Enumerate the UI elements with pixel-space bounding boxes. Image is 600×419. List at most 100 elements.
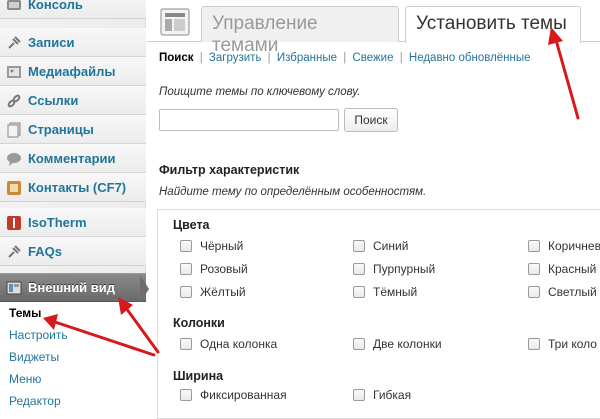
sidebar-item-label: Ссылки	[28, 93, 79, 108]
checkbox-box[interactable]	[180, 338, 192, 350]
checkbox-three-columns[interactable]: Три коло	[528, 337, 597, 351]
checkbox-red[interactable]: Красный	[528, 262, 596, 276]
sidebar-item-links[interactable]: Ссылки	[0, 86, 146, 115]
appearance-submenu: Темы Настроить Виджеты Меню Редактор	[0, 302, 146, 415]
filter-title: Фильтр характеристик	[159, 163, 300, 177]
themes-screen-icon	[160, 8, 190, 36]
checkbox-label: Гибкая	[373, 388, 412, 402]
submenu-item-editor[interactable]: Редактор	[9, 394, 61, 408]
group-title-width: Ширина	[173, 369, 224, 383]
checkbox-label: Три коло	[548, 337, 597, 351]
sidebar-item-appearance[interactable]: Внешний вид	[0, 273, 146, 302]
checkbox-box[interactable]	[353, 338, 365, 350]
checkbox-pink[interactable]: Розовый	[180, 262, 248, 276]
theme-search-input[interactable]	[159, 109, 339, 131]
sidebar-item-label: Комментарии	[28, 151, 116, 166]
subnav-separator: |	[199, 52, 203, 64]
checkbox-box[interactable]	[528, 240, 540, 252]
checkbox-light[interactable]: Светлый	[528, 285, 597, 299]
checkbox-label: Одна колонка	[200, 337, 278, 351]
checkbox-fixed-width[interactable]: Фиксированная	[180, 388, 287, 402]
checkbox-label: Коричнев	[548, 239, 600, 253]
dashboard-icon	[6, 0, 22, 13]
checkbox-dark[interactable]: Тёмный	[353, 285, 417, 299]
checkbox-label: Тёмный	[373, 285, 418, 299]
checkbox-label: Жёлтый	[200, 285, 246, 299]
sidebar-item-label: Консоль	[28, 0, 83, 12]
sidebar-item-label: FAQs	[28, 244, 62, 259]
checkbox-label: Розовый	[200, 262, 248, 276]
checkbox-two-columns[interactable]: Две колонки	[353, 337, 442, 351]
sidebar-item-comments[interactable]: Комментарии	[0, 144, 146, 173]
main-content: Управление темами Установить темы Поиск …	[147, 0, 600, 419]
sidebar-item-posts[interactable]: Записи	[0, 28, 146, 57]
pin-icon	[6, 244, 22, 260]
submenu-item-themes[interactable]: Темы	[9, 306, 41, 320]
sidebar-item-label: Страницы	[28, 122, 94, 137]
sidebar-item-label: IsoTherm	[28, 215, 87, 230]
comment-icon	[6, 151, 22, 167]
tab-manage-themes[interactable]: Управление темами	[201, 6, 399, 56]
checkbox-label: Синий	[373, 239, 409, 253]
checkbox-box[interactable]	[353, 286, 365, 298]
sidebar-item-pages[interactable]: Страницы	[0, 115, 146, 144]
appearance-icon	[6, 280, 22, 296]
link-icon	[6, 93, 22, 109]
submenu-item-customize[interactable]: Настроить	[9, 328, 68, 342]
checkbox-label: Светлый	[548, 285, 597, 299]
checkbox-box[interactable]	[528, 263, 540, 275]
contacts-icon	[6, 180, 22, 196]
sidebar-item-contacts[interactable]: Контакты (CF7)	[0, 173, 146, 202]
checkbox-box[interactable]	[353, 389, 365, 401]
group-title-colors: Цвета	[173, 218, 210, 232]
checkbox-label: Пурпурный	[373, 262, 436, 276]
sidebar-item-faqs[interactable]: FAQs	[0, 237, 146, 266]
checkbox-one-column[interactable]: Одна колонка	[180, 337, 277, 351]
sidebar-item-isotherm[interactable]: IsoTherm	[0, 208, 146, 237]
subnav-search[interactable]: Поиск	[159, 52, 194, 64]
checkbox-box[interactable]	[180, 263, 192, 275]
checkbox-box[interactable]	[528, 286, 540, 298]
pages-icon	[6, 122, 22, 138]
checkbox-flexible-width[interactable]: Гибкая	[353, 388, 411, 402]
nav-tabs-bar: Управление темами Установить темы	[147, 0, 600, 56]
subnav-newest[interactable]: Свежие	[352, 52, 393, 64]
checkbox-label: Чёрный	[200, 239, 244, 253]
subnav-featured[interactable]: Избранные	[277, 52, 337, 64]
submenu-item-widgets[interactable]: Виджеты	[9, 350, 59, 364]
subnav-recently-updated[interactable]: Недавно обновлённые	[409, 52, 531, 64]
pin-icon	[6, 35, 22, 51]
sidebar-item-label: Контакты (CF7)	[28, 180, 127, 195]
filter-hint: Найдите тему по определённым особенностя…	[159, 186, 427, 198]
subnav-separator: |	[343, 52, 347, 64]
checkbox-brown[interactable]: Коричнев	[528, 239, 600, 253]
sidebar-item-label: Внешний вид	[28, 280, 115, 295]
checkbox-box[interactable]	[528, 338, 540, 350]
sidebar-item-label: Записи	[28, 35, 75, 50]
checkbox-label: Фиксированная	[200, 388, 287, 402]
checkbox-black[interactable]: Чёрный	[180, 239, 243, 253]
search-button[interactable]: Поиск	[344, 108, 398, 132]
checkbox-label: Две колонки	[373, 337, 442, 351]
checkbox-blue[interactable]: Синий	[353, 239, 408, 253]
checkbox-box[interactable]	[353, 263, 365, 275]
tab-install-themes[interactable]: Установить темы	[405, 6, 581, 43]
checkbox-label: Красный	[548, 262, 597, 276]
checkbox-box[interactable]	[180, 389, 192, 401]
checkbox-purple[interactable]: Пурпурный	[353, 262, 435, 276]
sidebar-item-media[interactable]: Медиафайлы	[0, 57, 146, 86]
sidebar-item-label: Медиафайлы	[28, 64, 116, 79]
subnav-separator: |	[399, 52, 403, 64]
checkbox-yellow[interactable]: Жёлтый	[180, 285, 246, 299]
submenu-item-menus[interactable]: Меню	[9, 372, 41, 386]
checkbox-box[interactable]	[353, 240, 365, 252]
checkbox-box[interactable]	[180, 286, 192, 298]
checkbox-box[interactable]	[180, 240, 192, 252]
sidebar-item-dashboard[interactable]: Консоль	[0, 0, 146, 19]
group-title-columns: Колонки	[173, 316, 225, 330]
isotherm-icon	[6, 215, 22, 231]
subnav-separator: |	[267, 52, 271, 64]
search-hint: Поищите темы по ключевому слову.	[159, 86, 361, 98]
admin-sidebar: Консоль Записи Медиафайлы Ссылки Страниц…	[0, 0, 149, 415]
subnav-upload[interactable]: Загрузить	[209, 52, 262, 64]
